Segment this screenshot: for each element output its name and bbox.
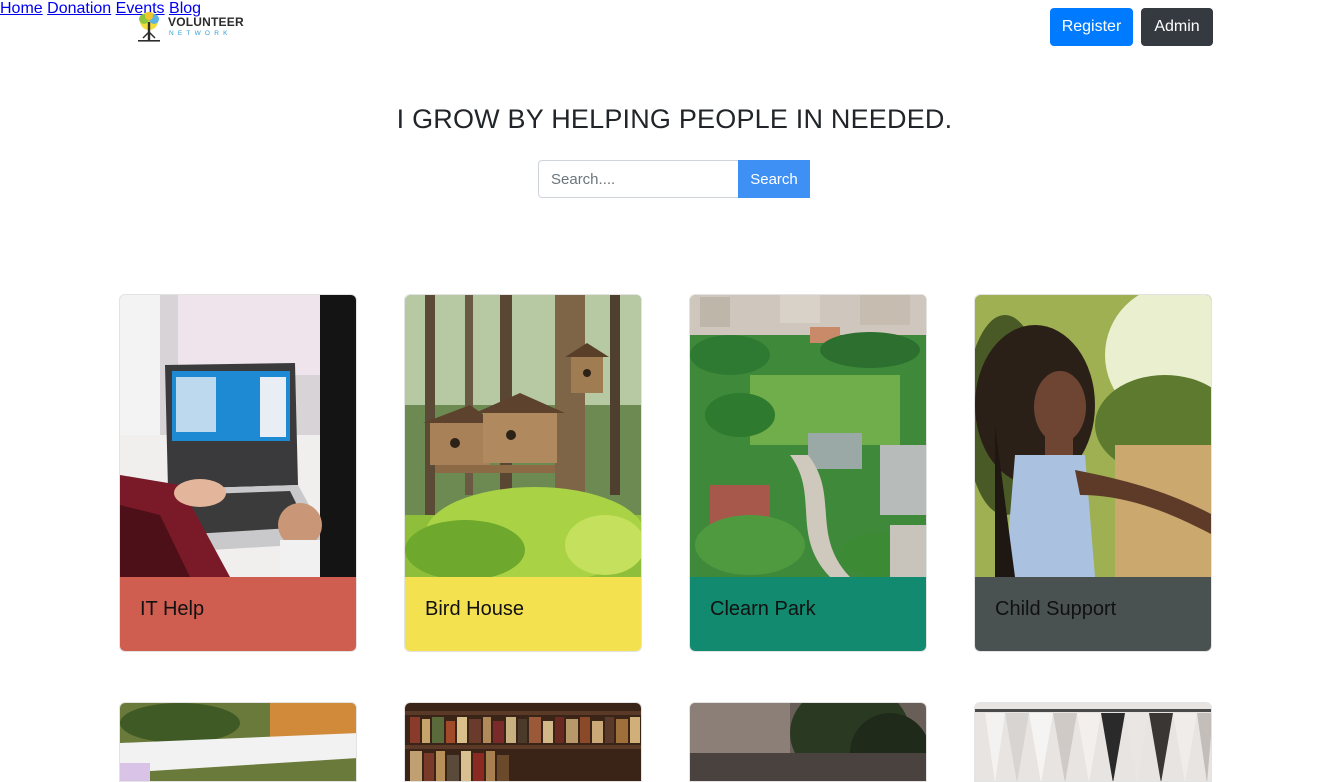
card-title-bar: Child Support (975, 577, 1211, 651)
card-image (405, 703, 641, 781)
card-title: Child Support (995, 598, 1117, 620)
brand-name: VOLUNTEER (168, 15, 244, 29)
nav-home[interactable]: Home (0, 0, 43, 17)
card-image (690, 703, 926, 781)
page-title: I GROW BY HELPING PEOPLE IN NEEDED. (396, 104, 953, 134)
card-image (975, 703, 1211, 781)
brand-subname: NETWORK (169, 30, 232, 37)
event-card-it-help[interactable]: IT Help (119, 294, 357, 652)
card-title-bar: Clearn Park (690, 577, 926, 651)
card-title: Clearn Park (710, 598, 816, 620)
search-input[interactable] (538, 160, 738, 198)
card-title: IT Help (140, 598, 205, 620)
brand-logo[interactable]: VOLUNTEER NETWORK (135, 10, 245, 46)
event-card[interactable] (404, 702, 642, 782)
card-image (120, 295, 356, 577)
admin-button[interactable]: Admin (1141, 8, 1213, 46)
card-image (975, 295, 1211, 577)
event-card-bird-house[interactable]: Bird House (404, 294, 642, 652)
search-button[interactable]: Search (738, 160, 810, 198)
nav-donation[interactable]: Donation (47, 0, 111, 17)
card-image (120, 703, 356, 781)
event-card-child-support[interactable]: Child Support (974, 294, 1212, 652)
card-image (405, 295, 641, 577)
card-title-bar: Bird House (405, 577, 641, 651)
card-title-bar: IT Help (120, 577, 356, 651)
navbar: VOLUNTEER NETWORK Home Donation Events B… (0, 0, 1340, 56)
register-button[interactable]: Register (1050, 8, 1133, 46)
event-card[interactable] (689, 702, 927, 782)
card-title: Bird House (425, 598, 524, 620)
event-card[interactable] (119, 702, 357, 782)
event-card-clearn-park[interactable]: Clearn Park (689, 294, 927, 652)
card-image (690, 295, 926, 577)
tree-logo-icon (138, 12, 160, 42)
event-card[interactable] (974, 702, 1212, 782)
search-bar: Search (538, 160, 810, 198)
